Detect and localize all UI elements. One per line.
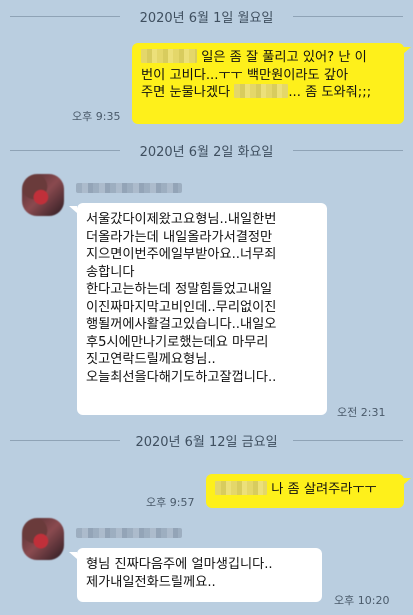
message-time: 오후 10:20 xyxy=(334,594,390,607)
redacted-name xyxy=(215,481,267,495)
message-line: 송합니다 xyxy=(86,264,135,280)
date-divider: 2020년 6월 2일 화요일 xyxy=(0,140,413,160)
message-line: 더올라가는데 내일올라가서결정만 xyxy=(86,229,273,245)
message-line: 번이 고비다...ㅜㅜ 백만원이라도 갚아 xyxy=(141,67,349,83)
bubble-tail xyxy=(69,206,77,213)
incoming-message-bubble[interactable]: 형님 진짜다음주에 얼마생깁니다.. 제가내일전화드릴께요.. xyxy=(77,548,322,602)
sender-avatar[interactable] xyxy=(22,518,64,560)
message-time: 오후 9:57 xyxy=(146,496,195,509)
bubble-tail xyxy=(403,47,411,54)
outgoing-message-bubble[interactable]: 일은 좀 잘 풀리고 있어? 난 이 번이 고비다...ㅜㅜ 백만원이라도 갚아… xyxy=(132,43,404,124)
message-line: 주면 눈물나겠다 ... 좀 도와줘;;; xyxy=(141,84,372,100)
message-line: 일은 좀 잘 풀리고 있어? 난 이 xyxy=(141,49,395,67)
message-line: 행될꺼에사활걸고있습니다..내일오 xyxy=(86,317,277,332)
bubble-tail xyxy=(403,478,411,485)
message-time: 오전 2:31 xyxy=(337,406,386,419)
message-line: 나 좀 살려주라ㅜㅜ xyxy=(215,481,395,499)
sender-name-redacted xyxy=(76,528,182,538)
date-divider: 2020년 6월 1일 월요일 xyxy=(0,6,413,26)
message-line: 서울갔다이제왔고요형님..내일한번 xyxy=(86,212,277,227)
message-line: 형님 진짜다음주에 얼마생깁니다.. xyxy=(86,557,273,572)
bubble-tail xyxy=(69,552,77,559)
message-line: 한다고는하는데 정말힘들었고내일 xyxy=(86,282,273,297)
incoming-message-bubble[interactable]: 서울갔다이제왔고요형님..내일한번 더올라가는데 내일올라가서결정만 지으면이번… xyxy=(77,203,327,415)
date-divider: 2020년 6월 12일 금요일 xyxy=(0,430,413,450)
message-line: 지으면이번주에일부받아요..너무죄 xyxy=(86,247,277,262)
message-line: 제가내일전화드릴께요.. xyxy=(86,574,216,590)
redacted-name xyxy=(141,49,197,63)
sender-avatar[interactable] xyxy=(22,174,64,216)
message-line: 이진짜마지막고비인데..무리없이진 xyxy=(86,299,277,315)
message-time: 오후 9:35 xyxy=(72,110,121,123)
message-line: 짓고연락드릴께요형님.. xyxy=(86,352,216,367)
outgoing-message-bubble[interactable]: 나 좀 살려주라ㅜㅜ xyxy=(206,474,404,508)
sender-name-redacted xyxy=(76,183,182,193)
message-line: 후5시에만나기로했는데요 마무리 xyxy=(86,334,269,350)
message-line: 오늘최선을다해기도하고잘껍니다.. xyxy=(86,369,277,385)
redacted-name xyxy=(234,84,289,98)
